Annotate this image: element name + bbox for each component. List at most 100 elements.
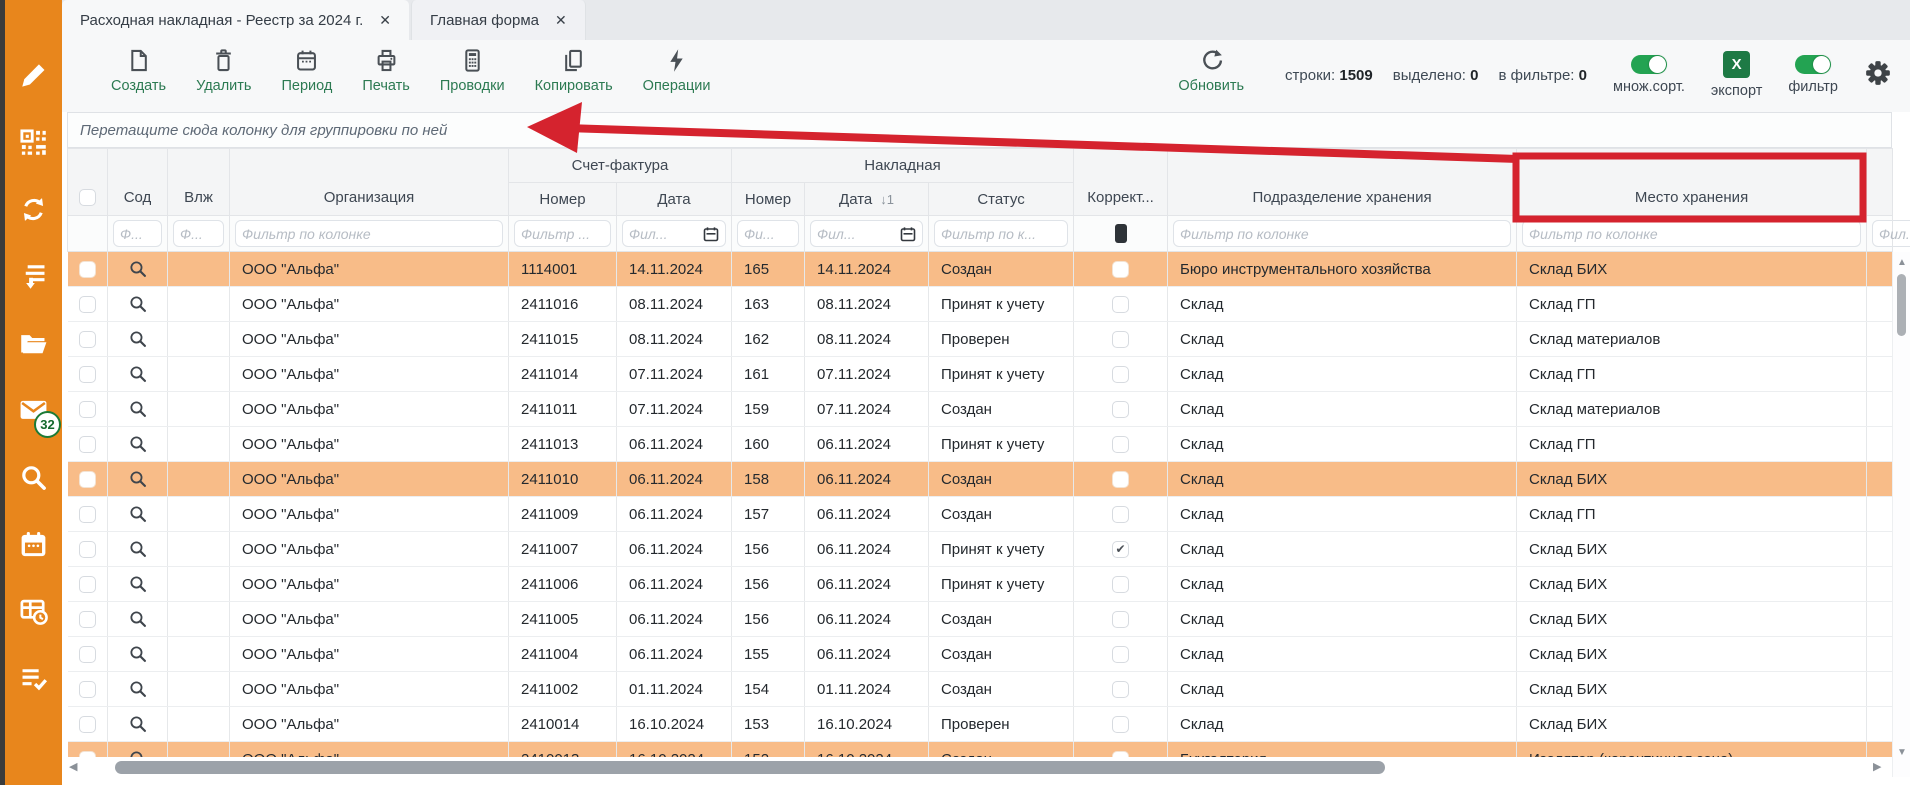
corr-checkbox[interactable] <box>1112 506 1129 523</box>
scroll-right-arrow[interactable]: ▶ <box>1873 760 1881 773</box>
column-header-dept[interactable]: Подразделение хранения <box>1168 149 1517 216</box>
group-header-invoice[interactable]: Счет-фактура <box>509 149 732 183</box>
delete-button[interactable]: Удалить <box>181 47 266 94</box>
period-button[interactable]: Период <box>266 47 347 94</box>
corr-checkbox[interactable] <box>1112 436 1129 453</box>
corr-checkbox[interactable] <box>1112 366 1129 383</box>
calendar-picker-icon[interactable] <box>703 226 719 242</box>
sidebar-item-report-schedule[interactable] <box>5 578 62 645</box>
table-row[interactable]: ООО "Альфа" 2411007 06.11.2024 156 06.11… <box>68 532 1893 567</box>
copy-button[interactable]: Копировать <box>520 47 628 94</box>
column-header-org[interactable]: Организация <box>230 149 509 216</box>
open-row-icon[interactable] <box>128 469 148 489</box>
corr-checkbox[interactable] <box>1112 401 1129 418</box>
scroll-down-arrow[interactable]: ▼ <box>1893 745 1910 761</box>
column-header-invoice-date[interactable]: Дата <box>617 183 732 216</box>
corr-checkbox[interactable] <box>1112 716 1129 733</box>
table-row[interactable]: ООО "Альфа" 2411006 06.11.2024 156 06.11… <box>68 567 1893 602</box>
corr-checkbox[interactable] <box>1112 261 1129 278</box>
corr-checkbox[interactable] <box>1112 296 1129 313</box>
open-row-icon[interactable] <box>128 259 148 279</box>
column-header-waybill-date[interactable]: Дата↓1 <box>805 183 929 216</box>
row-checkbox[interactable] <box>79 716 96 733</box>
row-checkbox[interactable] <box>79 576 96 593</box>
corr-filter-checkbox[interactable] <box>1115 224 1127 243</box>
table-row[interactable]: ООО "Альфа" 2411014 07.11.2024 161 07.11… <box>68 357 1893 392</box>
filter-waybill-num-input[interactable] <box>744 226 792 242</box>
table-row[interactable]: ООО "Альфа" 2411002 01.11.2024 154 01.11… <box>68 672 1893 707</box>
filter-waybill-date-input[interactable] <box>817 226 896 242</box>
filter-place-input[interactable] <box>1529 226 1854 242</box>
row-checkbox[interactable] <box>79 611 96 628</box>
table-row[interactable]: ООО "Альфа" 2411011 07.11.2024 159 07.11… <box>68 392 1893 427</box>
column-header-corr[interactable]: Коррект... <box>1074 149 1168 216</box>
open-row-icon[interactable] <box>128 539 148 559</box>
corr-checkbox[interactable] <box>1112 471 1129 488</box>
open-row-icon[interactable] <box>128 574 148 594</box>
filter-status-input[interactable] <box>941 226 1061 242</box>
group-by-dropzone[interactable]: Перетащите сюда колонку для группировки … <box>67 112 1892 148</box>
filter-invoice-num-input[interactable] <box>521 226 604 242</box>
corr-checkbox[interactable] <box>1112 681 1129 698</box>
tab-main-form[interactable]: Главная форма ✕ <box>411 0 586 40</box>
tab-close-icon[interactable]: ✕ <box>379 12 391 29</box>
vertical-scroll-thumb[interactable] <box>1897 274 1906 336</box>
open-row-icon[interactable] <box>128 399 148 419</box>
table-row[interactable]: ООО "Альфа" 2410014 16.10.2024 153 16.10… <box>68 707 1893 742</box>
sidebar-item-sync[interactable] <box>5 176 62 243</box>
table-row[interactable]: ООО "Альфа" 2411010 06.11.2024 158 06.11… <box>68 462 1893 497</box>
open-row-icon[interactable] <box>128 679 148 699</box>
open-row-icon[interactable] <box>128 504 148 524</box>
group-header-waybill[interactable]: Накладная <box>732 149 1074 183</box>
corr-checkbox[interactable] <box>1112 611 1129 628</box>
scroll-up-arrow[interactable]: ▲ <box>1893 255 1910 271</box>
row-checkbox[interactable] <box>79 296 96 313</box>
sidebar-item-search[interactable] <box>5 444 62 511</box>
corr-checkbox[interactable] <box>1112 646 1129 663</box>
filter-invoice-date-input[interactable] <box>629 226 699 242</box>
sidebar-item-folder[interactable] <box>5 310 62 377</box>
filter-org-input[interactable] <box>242 226 496 242</box>
open-row-icon[interactable] <box>128 644 148 664</box>
refresh-button[interactable]: Обновить <box>1163 47 1259 94</box>
sidebar-item-qr[interactable] <box>5 109 62 176</box>
row-checkbox[interactable] <box>79 506 96 523</box>
horizontal-scrollbar[interactable]: ◀ ▶ <box>67 757 1892 779</box>
select-all-checkbox[interactable] <box>79 189 96 206</box>
operations-button[interactable]: Операции <box>628 47 726 94</box>
sidebar-item-calendar[interactable] <box>5 511 62 578</box>
table-row[interactable]: ООО "Альфа" 2411013 06.11.2024 160 06.11… <box>68 427 1893 462</box>
multisort-toggle[interactable] <box>1631 55 1667 74</box>
row-checkbox[interactable] <box>79 331 96 348</box>
column-header-status[interactable]: Статус <box>929 183 1074 216</box>
column-header-place[interactable]: Место хранения <box>1517 149 1867 216</box>
table-row[interactable]: ООО "Альфа" 2411005 06.11.2024 156 06.11… <box>68 602 1893 637</box>
sidebar-item-export-list[interactable] <box>5 243 62 310</box>
row-checkbox[interactable] <box>79 471 96 488</box>
table-row[interactable]: ООО "Альфа" 2411009 06.11.2024 157 06.11… <box>68 497 1893 532</box>
row-checkbox[interactable] <box>79 366 96 383</box>
sidebar-item-checklist[interactable] <box>5 645 62 712</box>
corr-checkbox[interactable] <box>1112 576 1129 593</box>
settings-button[interactable] <box>1864 47 1892 92</box>
tab-close-icon[interactable]: ✕ <box>555 12 567 29</box>
sidebar-item-mail[interactable]: 32 <box>5 377 62 444</box>
filter-extra-input[interactable] <box>1879 226 1910 242</box>
filter-dept-input[interactable] <box>1180 226 1504 242</box>
column-header-sod[interactable]: Сод <box>108 149 168 216</box>
open-row-icon[interactable] <box>128 364 148 384</box>
corr-checkbox[interactable] <box>1112 331 1129 348</box>
scroll-left-arrow[interactable]: ◀ <box>69 760 77 773</box>
row-checkbox[interactable] <box>79 436 96 453</box>
row-checkbox[interactable] <box>79 541 96 558</box>
sidebar-item-edit[interactable] <box>5 42 62 109</box>
postings-button[interactable]: Проводки <box>425 47 520 94</box>
row-checkbox[interactable] <box>79 401 96 418</box>
create-button[interactable]: Создать <box>96 47 181 94</box>
filter-sod-input[interactable] <box>120 226 155 242</box>
corr-checkbox[interactable]: ✔ <box>1112 541 1129 558</box>
column-header-waybill-num[interactable]: Номер <box>732 183 805 216</box>
row-checkbox[interactable] <box>79 261 96 278</box>
table-row[interactable]: ООО "Альфа" 2411015 08.11.2024 162 08.11… <box>68 322 1893 357</box>
calendar-picker-icon[interactable] <box>900 226 916 242</box>
